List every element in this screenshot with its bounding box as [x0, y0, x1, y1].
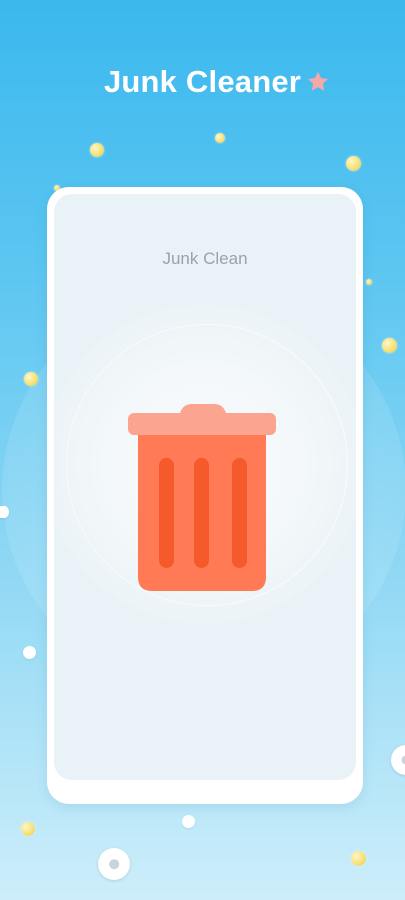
decor-bubble	[215, 133, 225, 143]
decor-bubble	[24, 372, 38, 386]
header: Junk Cleaner	[0, 60, 405, 104]
decor-bubble	[23, 646, 36, 659]
junk-clean-label: Junk Clean	[162, 249, 248, 268]
decor-ring-bubble	[98, 848, 130, 880]
decor-bubble	[0, 506, 9, 518]
page-title: Junk Cleaner	[103, 64, 302, 99]
trash-can-icon	[128, 404, 276, 591]
decor-bubble	[351, 851, 366, 866]
decor-bubble	[182, 815, 195, 828]
decor-bubble	[21, 822, 35, 836]
decor-bubble	[382, 338, 397, 353]
decor-ring-bubble	[391, 745, 405, 775]
decor-bubble	[90, 143, 104, 157]
star-icon	[308, 71, 328, 91]
decor-bubble	[366, 279, 372, 285]
decor-bubble	[346, 156, 361, 171]
